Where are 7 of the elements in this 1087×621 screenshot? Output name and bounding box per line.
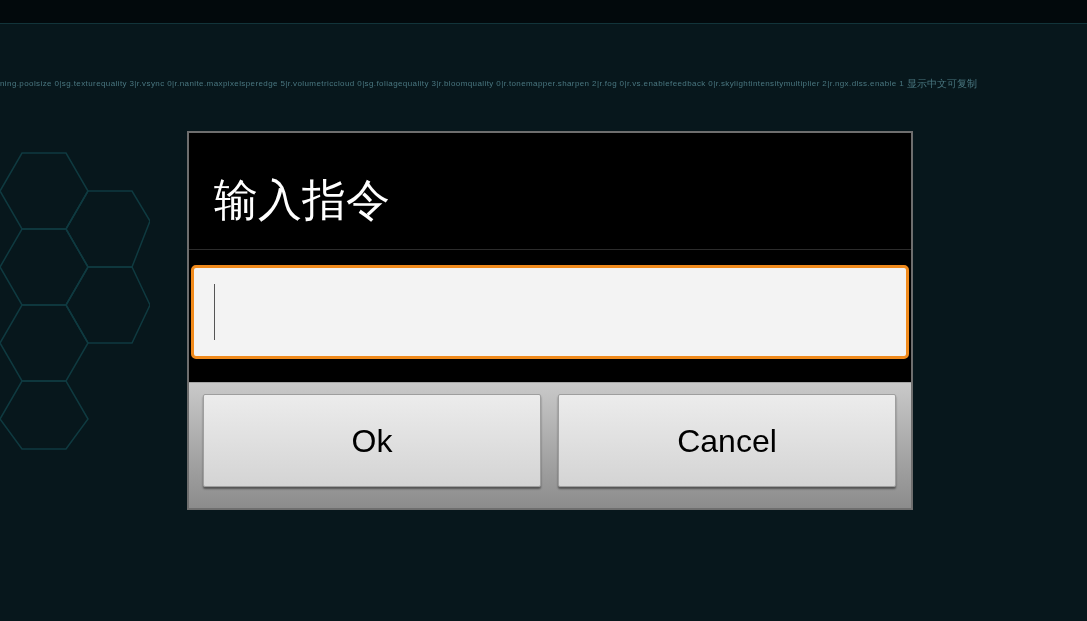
text-cursor-icon <box>214 284 215 340</box>
console-command-text: ning.poolsize 0|sg.texturequality 3|r.vsync 0|r.nanite.maxpixelsperedge 5|r.volumetriccloud 0|sg.foliagequality 3|r.bloomquality 0|r.tonemapper.sharpen 2|r.fog 0|r.vs.enablefeedback 0|r.skylightintensitymultiplier 2|r.ngx.dlss.enable 1 <box>0 80 904 88</box>
dialog-button[interactable]: Ok <box>203 394 541 487</box>
command-input[interactable] <box>191 265 909 359</box>
console-note: 显示中文可复制 <box>907 79 977 89</box>
dialog-title: 输入指令 <box>214 178 390 222</box>
dialog-button[interactable]: Cancel <box>558 394 896 487</box>
